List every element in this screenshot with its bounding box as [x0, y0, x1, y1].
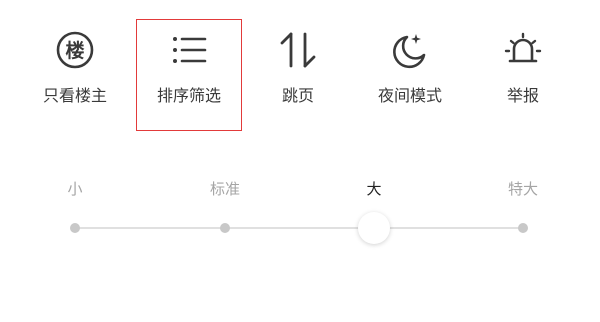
- font-size-selector: 小 标准 大 特大: [0, 170, 600, 260]
- slider-track[interactable]: [75, 227, 523, 229]
- jump-page-arrows-icon: [278, 30, 318, 70]
- font-size-label-standard[interactable]: 标准: [185, 179, 265, 199]
- menu-item-sort-filter[interactable]: 排序筛选: [144, 28, 234, 118]
- menu-item-only-op[interactable]: 楼 只看楼主: [30, 28, 120, 118]
- slider-thumb[interactable]: [358, 212, 390, 244]
- menu-item-label: 跳页: [281, 86, 314, 105]
- menu-item-jump-page[interactable]: 跳页: [253, 28, 343, 118]
- menu-item-label: 夜间模式: [377, 86, 442, 105]
- slider-dot-extra-large[interactable]: [518, 223, 528, 233]
- action-menu-row: 楼 只看楼主 排序筛选 跳页 夜间模式 举报: [0, 0, 600, 131]
- slider-dot-standard[interactable]: [220, 223, 230, 233]
- font-size-label-small[interactable]: 小: [35, 179, 115, 199]
- menu-item-night-mode[interactable]: 夜间模式: [365, 28, 455, 118]
- menu-item-label: 排序筛选: [156, 86, 221, 105]
- sort-filter-list-icon: [169, 30, 209, 70]
- font-size-label-extra-large[interactable]: 特大: [483, 179, 563, 199]
- building-glyph: 楼: [65, 39, 84, 62]
- menu-item-label: 举报: [506, 86, 539, 105]
- menu-item-report[interactable]: 举报: [478, 28, 568, 118]
- night-mode-moon-icon: [390, 30, 430, 70]
- report-alarm-icon: [503, 30, 543, 70]
- slider-dot-small[interactable]: [70, 223, 80, 233]
- building-circle-icon: 楼: [55, 30, 95, 70]
- font-size-label-large[interactable]: 大: [334, 179, 414, 199]
- menu-item-label: 只看楼主: [42, 86, 107, 105]
